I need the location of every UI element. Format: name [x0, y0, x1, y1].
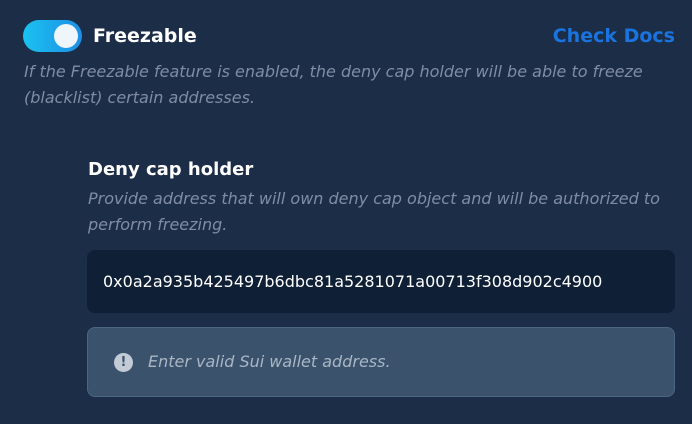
alert-circle-icon: !	[114, 353, 133, 372]
deny-cap-holder-label: Deny cap holder	[88, 159, 254, 180]
freezable-toggle[interactable]	[23, 20, 82, 52]
validation-error-message: Enter valid Sui wallet address.	[148, 352, 391, 371]
deny-cap-holder-description: Provide address that will own deny cap o…	[88, 189, 660, 234]
freezable-description: If the Freezable feature is enabled, the…	[24, 62, 643, 107]
check-docs-link[interactable]: Check Docs	[553, 24, 675, 48]
deny-cap-address-input[interactable]	[87, 250, 675, 313]
toggle-knob	[54, 24, 78, 48]
validation-error-box: ! Enter valid Sui wallet address.	[87, 327, 675, 397]
freezable-title: Freezable	[93, 25, 197, 47]
